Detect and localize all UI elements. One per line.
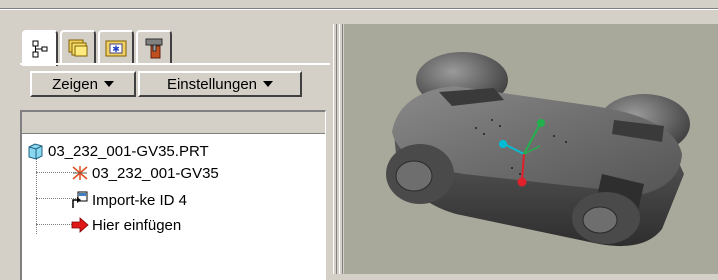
tab-favorites[interactable]: ✱ xyxy=(98,30,134,64)
top-toolbar-area xyxy=(0,0,718,24)
folder-browser-icon xyxy=(68,39,88,57)
model-tree[interactable]: 03_232_001-GV35.PRT 03_232_001-GV35 Impo… xyxy=(20,110,326,280)
sash-shadow xyxy=(342,24,343,274)
top-divider-highlight xyxy=(0,9,718,10)
settings-label: Einstellungen xyxy=(166,75,258,93)
insert-here-arrow-icon xyxy=(71,217,89,233)
settings-dropdown-button[interactable]: Einstellungen xyxy=(138,71,302,97)
sash-highlight xyxy=(333,24,334,274)
part-icon xyxy=(28,143,43,160)
import-feature-icon xyxy=(72,191,88,208)
show-dropdown-button[interactable]: Zeigen xyxy=(30,71,136,97)
3d-part-render[interactable] xyxy=(344,24,718,274)
favorites-icon: ✱ xyxy=(105,40,127,57)
svg-text:✱: ✱ xyxy=(112,45,120,55)
tree-connector xyxy=(36,152,37,234)
part-hole xyxy=(582,206,618,234)
navigator-panel: ✱ Zeigen Einstellungen 03_232_001-GV35.P… xyxy=(0,24,332,280)
tools-icon xyxy=(145,38,163,59)
tree-root-part[interactable]: 03_232_001-GV35.PRT xyxy=(26,142,209,160)
part-hole xyxy=(395,160,433,192)
tree-item-insert-here[interactable]: Hier einfügen xyxy=(70,216,181,234)
sash-highlight xyxy=(339,24,340,274)
show-label: Zeigen xyxy=(52,75,98,93)
tree-item-coordinate-system[interactable]: 03_232_001-GV35 xyxy=(70,164,219,182)
coordinate-system-icon xyxy=(72,166,88,180)
tree-item-label: 03_232_001-GV35.PRT xyxy=(48,142,209,160)
chevron-down-icon xyxy=(263,81,274,87)
tab-folder-browser[interactable] xyxy=(60,30,96,64)
tab-model-tree[interactable] xyxy=(22,30,58,66)
model-tree-icon xyxy=(32,40,48,58)
graphics-viewport[interactable] xyxy=(344,24,718,274)
axis-x-handle[interactable] xyxy=(499,140,507,148)
tree-item-label: Hier einfügen xyxy=(92,216,182,234)
model-tree-column-header[interactable] xyxy=(22,112,325,134)
tree-item-label: 03_232_001-GV35 xyxy=(92,164,219,182)
axis-z-handle[interactable] xyxy=(517,177,527,187)
axis-y-handle[interactable] xyxy=(537,119,545,127)
tree-item-label: Import-ke ID 4 xyxy=(92,191,188,209)
tab-tools[interactable] xyxy=(136,30,172,64)
sash-shadow xyxy=(336,24,337,274)
chevron-down-icon xyxy=(103,81,114,87)
tree-item-import-feature[interactable]: Import-ke ID 4 xyxy=(70,190,187,210)
panel-sash[interactable] xyxy=(332,24,344,274)
